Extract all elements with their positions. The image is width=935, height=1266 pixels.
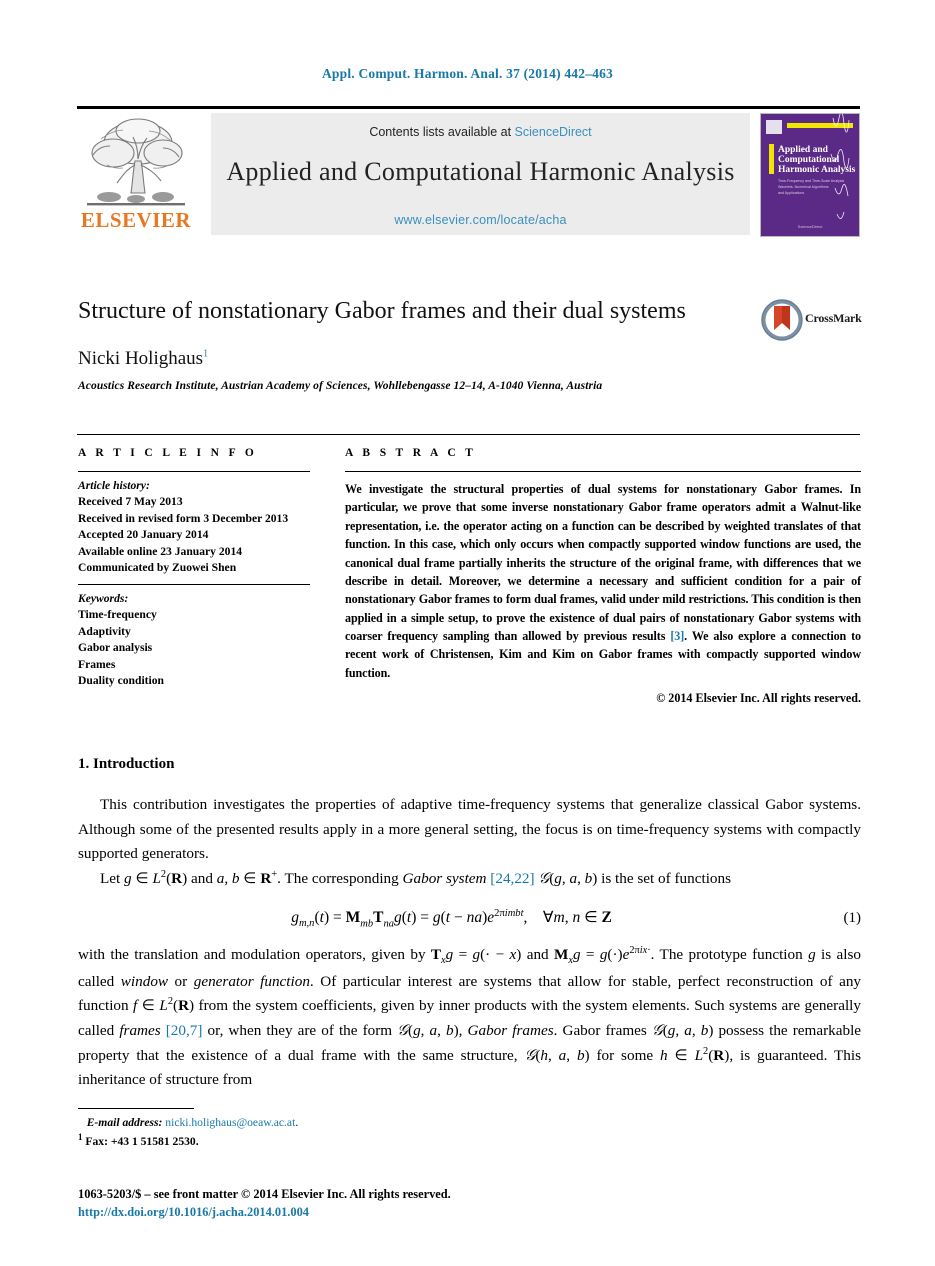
p3-italic-gabor-frames: Gabor frames — [467, 1022, 554, 1040]
journal-masthead: ELSEVIER Contents lists available at Sci… — [77, 106, 860, 237]
elsevier-logo: ELSEVIER — [77, 113, 195, 235]
crossmark-badge[interactable]: CrossMark — [760, 298, 868, 342]
p2-italic-gabor-system: Gabor system — [402, 869, 487, 887]
author-affiliation: Acoustics Research Institute, Austrian A… — [78, 380, 603, 392]
history-item: Communicated by Zuowei Shen — [78, 561, 237, 575]
elsevier-tree-icon — [87, 118, 185, 206]
sciencedirect-link[interactable]: ScienceDirect — [515, 125, 592, 139]
keywords-rule — [78, 583, 310, 585]
p2-text-a: Let — [100, 869, 125, 887]
p3-text-a: with the translation and modulation oper… — [78, 945, 431, 963]
article-info-column: A R T I C L E I N F O Article history: R… — [78, 447, 310, 696]
keyword-item: Adaptivity — [78, 624, 131, 638]
history-item: Received 7 May 2013 — [78, 495, 183, 509]
footnote-fax: 1 Fax: +43 1 51581 2530. — [78, 1131, 578, 1150]
p3-italic-generator: generator function — [193, 972, 310, 990]
p2-citation-link[interactable]: [24,22] — [490, 870, 534, 887]
email-link[interactable]: nicki.holighaus@oeaw.ac.at — [165, 1116, 295, 1129]
page-title: Structure of nonstationary Gabor frames … — [78, 298, 686, 324]
svg-text:Harmonic Analysis: Harmonic Analysis — [778, 165, 856, 175]
keyword-item: Time-frequency — [78, 608, 157, 622]
footnote-divider — [78, 1108, 194, 1109]
p3-text-b: and — [521, 945, 554, 963]
equation-1-row: gm,n(t) = MmbTnag(t) = g(t − na)e2πimbt,… — [78, 905, 861, 932]
p2-text-b: and — [187, 869, 217, 887]
journal-cover-thumbnail: Applied and Computational Harmonic Analy… — [760, 113, 860, 237]
keyword-item: Duality condition — [78, 673, 165, 687]
fax-footnote-marker: 1 — [78, 1132, 83, 1143]
paragraph-2: Let g ∈ L2(R) and a, b ∈ R+. The corresp… — [100, 868, 732, 887]
abstract-label: A B S T R A C T — [345, 447, 477, 459]
info-section-divider — [77, 434, 860, 435]
equation-1-number: (1) — [843, 910, 862, 927]
footnotes: E-mail address: nicki.holighaus@oeaw.ac.… — [78, 1114, 578, 1151]
p3-text-c: . The prototype function — [650, 945, 809, 963]
author-name: Nicki Holighaus1 — [78, 348, 208, 370]
section-heading-introduction: 1. Introduction — [78, 756, 175, 772]
email-period: . — [295, 1116, 299, 1129]
author-text: Nicki Holighaus — [78, 348, 204, 369]
abstract-citation-link[interactable]: [3] — [670, 629, 684, 643]
journal-title: Applied and Computational Harmonic Analy… — [226, 157, 735, 186]
paper-page: Appl. Comput. Harmon. Anal. 37 (2014) 44… — [0, 0, 935, 1266]
paragraph-3: with the translation and modulation oper… — [78, 944, 862, 1089]
elsevier-wordmark: ELSEVIER — [80, 208, 192, 232]
article-history-heading: Article history: — [78, 479, 150, 492]
p3-italic-window: window — [120, 972, 169, 990]
email-label: E-mail address: — [86, 1116, 163, 1129]
masthead-center-panel: Contents lists available at ScienceDirec… — [211, 113, 750, 235]
keywords-heading: Keywords: — [78, 591, 129, 605]
svg-text:Computational: Computational — [778, 155, 840, 165]
p3-text-j: . Gabor frames — [553, 1022, 652, 1040]
p3-text-i: , — [458, 1022, 468, 1040]
journal-cover-art: Applied and Computational Harmonic Analy… — [761, 114, 859, 236]
history-item: Received in revised form 3 December 2013 — [78, 511, 289, 525]
imprint-line: 1063-5203/$ – see front matter © 2014 El… — [78, 1187, 451, 1201]
article-info-label: A R T I C L E I N F O — [78, 447, 258, 459]
footnote-email: E-mail address: nicki.holighaus@oeaw.ac.… — [78, 1114, 578, 1131]
abstract-column: A B S T R A C T We investigate the struc… — [345, 447, 861, 706]
abstract-body: We investigate the structural properties… — [345, 480, 861, 682]
abstract-rule — [345, 471, 861, 472]
abstract-copyright: © 2014 Elsevier Inc. All rights reserved… — [656, 691, 861, 706]
svg-text:ScienceDirect: ScienceDirect — [798, 224, 824, 229]
svg-text:and Applications: and Applications — [778, 191, 804, 195]
article-history-block: Article history: Received 7 May 2013 Rec… — [78, 478, 310, 577]
body-content: This contribution investigates the prope… — [78, 793, 861, 1093]
keyword-item: Frames — [78, 657, 116, 671]
article-info-rule — [78, 471, 310, 472]
abstract-part-1: We investigate the structural properties… — [345, 482, 861, 643]
fax-text: Fax: +43 1 51581 2530. — [85, 1135, 199, 1149]
crossmark-icon — [761, 299, 803, 341]
svg-text:Applied and: Applied and — [778, 145, 829, 155]
journal-homepage-link[interactable]: www.elsevier.com/locate/acha — [211, 213, 750, 227]
history-item: Accepted 20 January 2014 — [78, 528, 209, 542]
p3-text-h: or, when they are of the form — [202, 1022, 398, 1040]
keyword-item: Gabor analysis — [78, 641, 153, 655]
history-item: Available online 23 January 2014 — [78, 544, 243, 558]
svg-text:Time-Frequency and Time-Scale: Time-Frequency and Time-Scale Analysis — [778, 179, 844, 183]
p2-text-c: . The corresponding — [277, 869, 403, 887]
contents-available-line: Contents lists available at ScienceDirec… — [211, 125, 750, 139]
p3-text-l: for some — [589, 1046, 660, 1064]
p3-citation-link[interactable]: [20,7] — [166, 1022, 203, 1039]
p3-italic-frames: frames — [119, 1022, 161, 1040]
contents-prefix-text: Contents lists available at — [369, 125, 515, 139]
imprint-block: 1063-5203/$ – see front matter © 2014 El… — [78, 1186, 678, 1222]
author-footnote-marker[interactable]: 1 — [203, 349, 208, 360]
journal-reference: Appl. Comput. Harmon. Anal. 37 (2014) 44… — [321, 66, 614, 81]
crossmark-label: CrossMark — [805, 311, 862, 325]
svg-text:Wavelets, Numerical Algorithms: Wavelets, Numerical Algorithms — [778, 185, 829, 189]
equation-1-body: gm,n(t) = MmbTnag(t) = g(t − na)e2πimbt,… — [291, 907, 612, 929]
p2-text-d: is the set of functions — [597, 869, 732, 887]
doi-link[interactable]: http://dx.doi.org/10.1016/j.acha.2014.01… — [78, 1204, 678, 1222]
keywords-block: Keywords: Time-frequency Adaptivity Gabo… — [78, 591, 310, 690]
p3-text-e: or — [168, 972, 194, 990]
paragraph-1: This contribution investigates the prope… — [78, 796, 861, 863]
